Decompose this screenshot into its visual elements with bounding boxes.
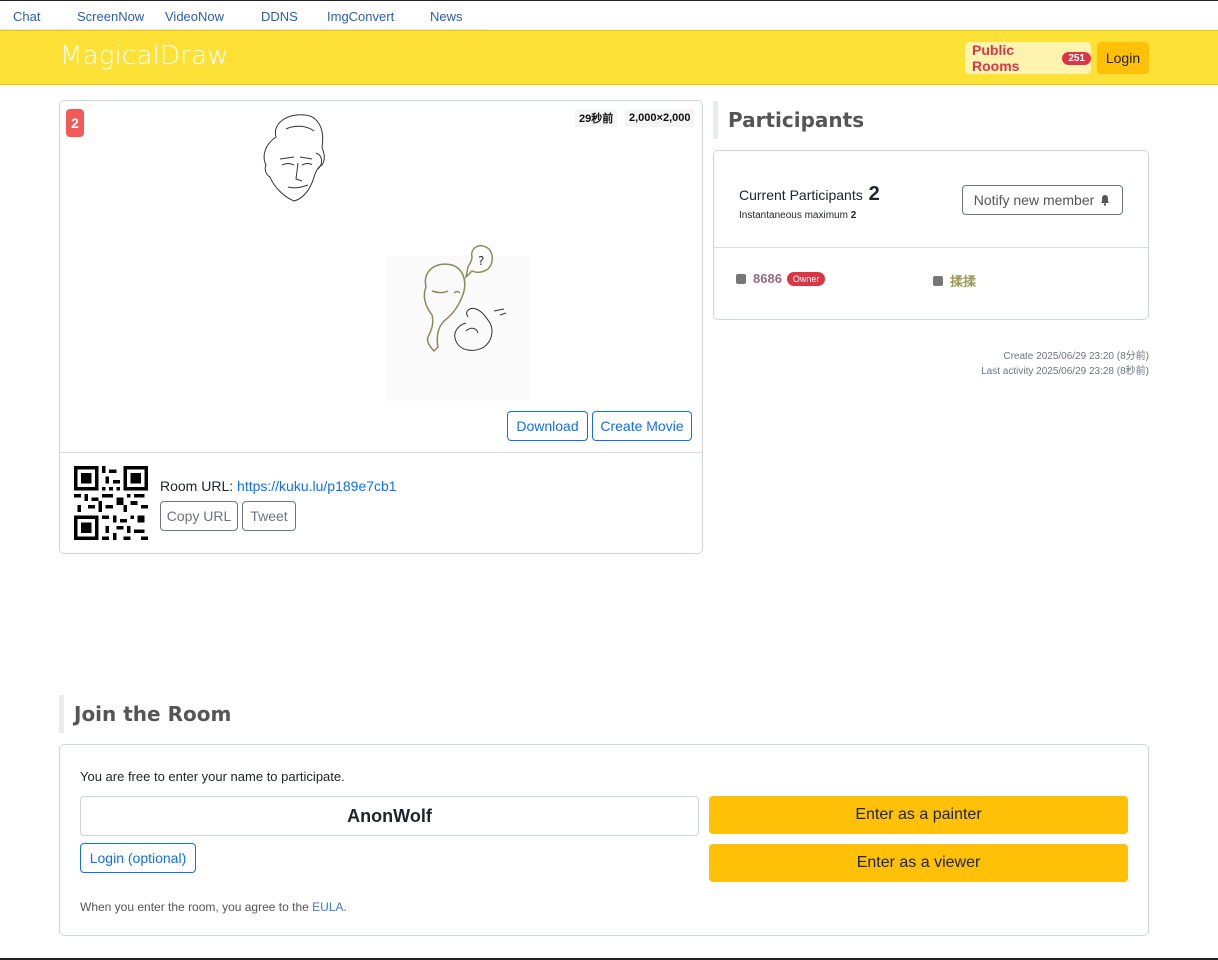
name-input[interactable]: AnonWolf [80,796,699,836]
download-button[interactable]: Download [507,411,588,441]
member-name: 揉揉 [950,274,977,289]
create-movie-button[interactable]: Create Movie [592,411,692,441]
member-avatar-icon [933,275,943,286]
notify-new-member-button[interactable]: Notify new member [962,185,1123,215]
nav-chat[interactable]: Chat [13,9,40,24]
room-last-activity: Last activity 2025/06/29 23:28 (8秒前) [981,366,1149,377]
member-item[interactable]: 揉揉 [933,271,976,290]
join-intro-text: You are free to enter your name to parti… [80,769,345,784]
eula-link[interactable]: EULA [312,900,343,914]
enter-as-viewer-button[interactable]: Enter as a viewer [709,844,1128,882]
site-header: MagicalDraw Public Rooms 251 Login [0,30,1218,85]
participants-title: Participants [713,101,864,139]
copy-url-button[interactable]: Copy URL [160,501,238,531]
member-item[interactable]: 8686 Owner [736,271,826,286]
public-rooms-count-badge: 251 [1062,51,1091,65]
public-rooms-label: Public Rooms [972,42,1020,74]
room-url-row: Room URL: https://kuku.lu/p189e7cb1 [160,478,397,494]
bell-icon [1101,195,1110,206]
canvas-preview-card: 2 29秒前 2,000×2,000 ? Download Create Mov… [59,100,703,554]
join-card: You are free to enter your name to parti… [59,744,1149,936]
participants-divider [714,247,1148,248]
public-rooms-button[interactable]: Public Rooms 251 [965,42,1091,74]
room-created-time: Create 2025/06/29 23:20 (8分前) [1003,351,1149,362]
owner-badge: Owner [786,271,826,286]
member-name: 8686 [753,271,782,286]
member-avatar-icon [736,273,746,284]
eula-suffix: . [343,900,347,914]
nav-ddns[interactable]: DDNS [261,9,298,24]
max-participants-count: 2 [850,210,857,221]
room-url-link[interactable]: https://kuku.lu/p189e7cb1 [237,478,397,494]
login-optional-button[interactable]: Login (optional) [80,843,196,873]
canvas-card-divider [60,452,702,453]
room-url-label: Room URL: [160,478,234,494]
sketch-character: ? [385,245,530,401]
notify-label: Notify new member [973,192,1095,208]
sketch-head [263,114,325,202]
nav-imgconvert[interactable]: ImgConvert [327,9,394,24]
eula-notice: When you enter the room, you agree to th… [80,900,347,914]
max-participants-row: Instantaneous maximum 2 [739,210,856,221]
current-participants-row: Current Participants 2 [739,183,880,206]
enter-as-painter-button[interactable]: Enter as a painter [709,796,1128,834]
nav-videonow[interactable]: VideoNow [165,9,224,24]
join-title: Join the Room [59,695,231,733]
service-nav: Chat ScreenNow VideoNow DDNS ImgConvert … [0,1,487,30]
max-participants-label: Instantaneous maximum [739,210,848,221]
qr-code-icon [74,466,148,540]
participants-card: Current Participants 2 Instantaneous max… [713,150,1149,320]
nav-news[interactable]: News [430,9,463,24]
current-participants-count: 2 [868,183,880,205]
nav-screennow[interactable]: ScreenNow [77,9,144,24]
tweet-button[interactable]: Tweet [242,501,296,531]
canvas-drawing[interactable]: ? [60,101,702,401]
eula-prefix: When you enter the room, you agree to th… [80,900,309,914]
login-button[interactable]: Login [1097,42,1149,74]
brand-logo[interactable]: MagicalDraw [60,41,229,71]
current-participants-label: Current Participants [739,187,863,203]
svg-text:?: ? [478,254,484,268]
